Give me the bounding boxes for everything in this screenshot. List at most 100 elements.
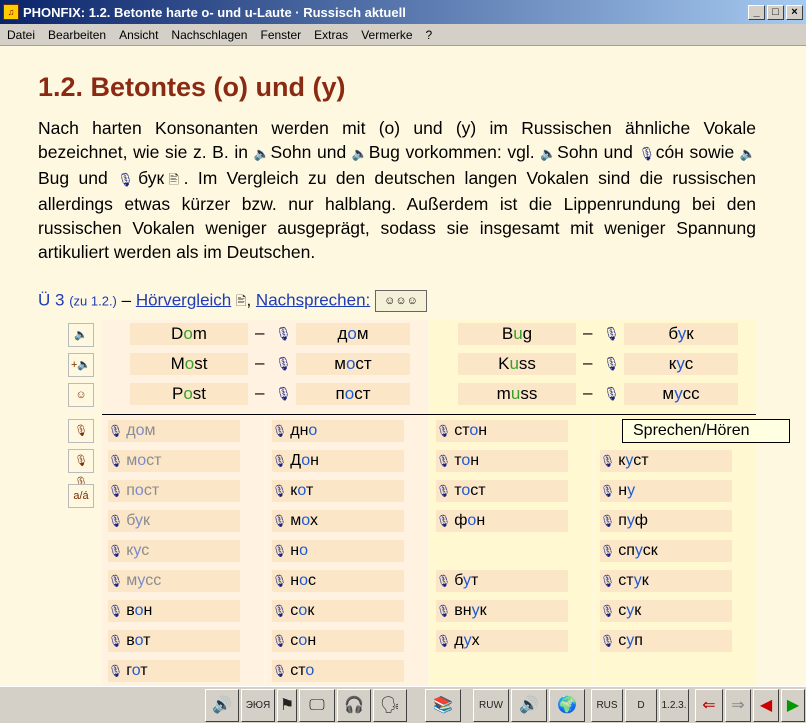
word-item[interactable]: 🎙 пост bbox=[108, 480, 240, 502]
mic-icon[interactable]: 🎙 bbox=[272, 454, 287, 468]
mic-icon[interactable]: 🎙 bbox=[638, 146, 655, 161]
mic-icon[interactable]: 🎙 bbox=[275, 326, 292, 342]
word-item[interactable]: 🎙 внук bbox=[436, 600, 568, 622]
mic-icon[interactable]: 🎙 bbox=[272, 514, 287, 528]
speaker-icon[interactable]: 🔈 bbox=[68, 323, 94, 347]
mic-icon[interactable]: 🎙 bbox=[68, 419, 94, 443]
word-item[interactable]: 🎙 кус bbox=[108, 540, 240, 562]
list-button[interactable]: 1.2.3. bbox=[659, 689, 689, 722]
word-item[interactable]: 🎙 пуф bbox=[600, 510, 732, 532]
mic-icon[interactable]: 🎙 bbox=[272, 574, 287, 588]
compare-icon[interactable]: 🖹 bbox=[164, 172, 183, 187]
minimize-button[interactable]: _ bbox=[748, 4, 765, 20]
word-sohn[interactable]: Sohn bbox=[271, 142, 312, 162]
mic-icon[interactable]: 🎙 bbox=[436, 634, 451, 648]
pair-german-word[interactable]: Most bbox=[130, 353, 248, 375]
mic-icon[interactable]: 🎙 bbox=[600, 604, 615, 618]
globe-button[interactable]: 🌍 bbox=[549, 689, 585, 722]
de-button[interactable]: D bbox=[625, 689, 657, 722]
word-item[interactable]: 🎙 тон bbox=[436, 450, 568, 472]
mic-icon[interactable]: 🎙 bbox=[272, 604, 287, 618]
nachsprechen-link[interactable]: Nachsprechen: bbox=[256, 290, 370, 309]
word-item[interactable]: 🎙 куст bbox=[600, 450, 732, 472]
rus-button[interactable]: RUS bbox=[591, 689, 623, 722]
mic-icon[interactable]: 🎙 bbox=[600, 484, 615, 498]
mic-icon[interactable]: 🎙 bbox=[436, 484, 451, 498]
mic-icon[interactable]: 🎙 bbox=[600, 634, 615, 648]
pair-russian-word[interactable]: кус bbox=[624, 353, 738, 375]
word-bug[interactable]: Bug bbox=[369, 142, 400, 162]
transcription-icon[interactable]: a/á bbox=[68, 484, 94, 508]
mic-icon[interactable]: 🎙 bbox=[600, 454, 615, 468]
word-item[interactable]: 🎙 мост bbox=[108, 450, 240, 472]
word-item[interactable]: 🎙 дно bbox=[272, 420, 404, 442]
word-item[interactable]: 🎙 дом bbox=[108, 420, 240, 442]
word-item[interactable]: 🎙 сто bbox=[272, 660, 404, 682]
mic-icon[interactable]: 🎙 bbox=[436, 514, 451, 528]
word-item[interactable]: 🎙 сук bbox=[600, 600, 732, 622]
speaker-icon[interactable]: 🔈 bbox=[352, 146, 369, 161]
word-son-ru[interactable]: cóн bbox=[656, 142, 684, 162]
menu-datei[interactable]: Datei bbox=[2, 28, 43, 42]
word-item[interactable]: 🎙 кот bbox=[272, 480, 404, 502]
pair-german-word[interactable]: Kuss bbox=[458, 353, 576, 375]
word-item[interactable]: 🎙 сок bbox=[272, 600, 404, 622]
exercise-ref-link[interactable]: (zu 1.2.) bbox=[69, 293, 117, 308]
word-item[interactable]: 🎙 бут bbox=[436, 570, 568, 592]
word-item[interactable]: 🎙 мох bbox=[272, 510, 404, 532]
mic-icon[interactable]: 🎙 bbox=[436, 424, 451, 438]
pair-russian-word[interactable]: бук bbox=[624, 323, 738, 345]
word-item[interactable]: 🎙 фон bbox=[436, 510, 568, 532]
menu-ansicht[interactable]: Ansicht bbox=[114, 28, 166, 42]
menu-bearbeiten[interactable]: Bearbeiten bbox=[43, 28, 114, 42]
pair-german-word[interactable]: Post bbox=[130, 383, 248, 405]
menu-vermerke[interactable]: Vermerke bbox=[356, 28, 420, 42]
back-history-button[interactable]: ⇐ bbox=[695, 689, 723, 722]
mic-icon[interactable]: 🎙 bbox=[600, 544, 615, 558]
word-item[interactable]: 🎙 тост bbox=[436, 480, 568, 502]
mic-icon[interactable]: 🎙 bbox=[275, 386, 292, 402]
pair-german-word[interactable]: Bug bbox=[458, 323, 576, 345]
mic-icon[interactable]: 🎙 bbox=[108, 484, 123, 498]
mic-icon[interactable]: 🎙 bbox=[108, 634, 123, 648]
pair-german-word[interactable]: Dom bbox=[130, 323, 248, 345]
mic-icon[interactable]: 🎙 bbox=[272, 484, 287, 498]
mic-icon[interactable]: 🎙 bbox=[117, 172, 138, 187]
pair-russian-word[interactable]: мусс bbox=[624, 383, 738, 405]
mic-icon[interactable]: 🎙 bbox=[600, 514, 615, 528]
mic-icon[interactable]: 🎙 bbox=[108, 424, 123, 438]
record-icon[interactable]: +🔈 bbox=[68, 353, 94, 377]
mic-icon[interactable]: 🎙 bbox=[436, 454, 451, 468]
word-item[interactable]: 🎙 ну bbox=[600, 480, 732, 502]
word-item[interactable]: 🎙 сон bbox=[272, 630, 404, 652]
menu-fenster[interactable]: Fenster bbox=[255, 28, 309, 42]
keyboard-button[interactable]: ЭЮЯ bbox=[241, 689, 275, 722]
mic-icon[interactable]: 🎙 bbox=[436, 574, 451, 588]
word-item[interactable]: 🎙 спуск bbox=[600, 540, 732, 562]
word-item[interactable]: 🎙 но bbox=[272, 540, 404, 562]
dictionary-button[interactable]: RUW bbox=[473, 689, 509, 722]
word-buk-ru[interactable]: бук bbox=[138, 168, 164, 188]
word-item[interactable]: 🎙 суп bbox=[600, 630, 732, 652]
sound-button[interactable]: 🔊 bbox=[511, 689, 547, 722]
mic-icon[interactable]: 🎙 bbox=[272, 664, 287, 678]
menu-extras[interactable]: Extras bbox=[309, 28, 356, 42]
speaker-icon[interactable]: 🔈 bbox=[740, 146, 756, 161]
pair-russian-word[interactable]: пост bbox=[296, 383, 410, 405]
mic-icon[interactable]: 🎙 bbox=[272, 634, 287, 648]
mic-icon[interactable]: 🎙 bbox=[603, 326, 620, 342]
word-item[interactable]: 🎙 гот bbox=[108, 660, 240, 682]
mic-icon[interactable]: 🎙 bbox=[603, 386, 620, 402]
mic-icon[interactable]: 🎙 bbox=[272, 544, 287, 558]
word-item[interactable]: 🎙 мусс bbox=[108, 570, 240, 592]
books-button[interactable]: 📚 bbox=[425, 689, 461, 722]
pair-russian-word[interactable]: дом bbox=[296, 323, 410, 345]
listen-button[interactable]: 🔊 bbox=[205, 689, 239, 722]
menu-help[interactable]: ? bbox=[421, 28, 441, 42]
word-item[interactable]: 🎙 бук bbox=[108, 510, 240, 532]
mic-icon[interactable]: 🎙 bbox=[275, 356, 292, 372]
word-item[interactable]: 🎙 Дон bbox=[272, 450, 404, 472]
word-item[interactable]: 🎙 вон bbox=[108, 600, 240, 622]
compare-icon[interactable]: 🖹 bbox=[236, 293, 246, 308]
prev-button[interactable]: ◀ bbox=[753, 689, 779, 722]
